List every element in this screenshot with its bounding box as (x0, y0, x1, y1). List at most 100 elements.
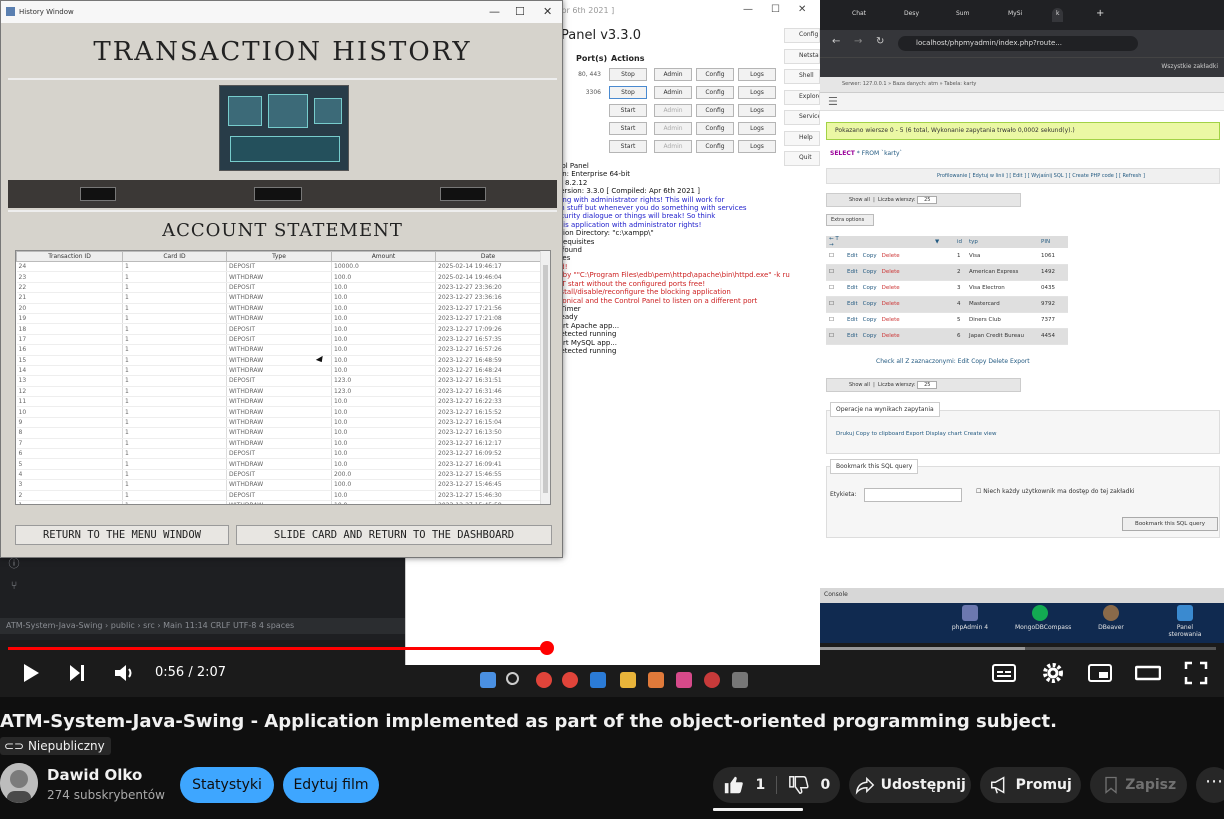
row-checkbox[interactable]: ☐ (826, 264, 844, 281)
row-delete-link[interactable]: Delete (882, 253, 900, 259)
row-delete-link[interactable]: Delete (882, 285, 900, 291)
table-row[interactable]: ☐ Edit Copy Delete 5 Diners Club 7377 (826, 312, 1068, 329)
xampp-logs-button[interactable]: Logs (738, 104, 776, 117)
save-button[interactable]: Zapisz (1090, 767, 1187, 803)
new-tab-icon[interactable]: + (1092, 6, 1108, 20)
column-header[interactable]: Type (226, 251, 332, 262)
table-row[interactable]: 23 1 WITHDRAW 100.0 2025-02-14 19:46:04 (16, 271, 541, 283)
xampp-side-button[interactable]: Explorer (784, 89, 820, 105)
table-row[interactable]: 14 1 WITHDRAW 10.0 2023-12-27 16:48:24 (16, 365, 541, 377)
query-options[interactable]: Profilowanie [ Edytuj w linii ] [ Edit ]… (826, 168, 1220, 184)
table-row[interactable]: 12 1 WITHDRAW 123.0 2023-12-27 16:31:46 (16, 386, 541, 398)
back-icon[interactable]: ← (832, 36, 840, 47)
table-row[interactable]: 15 1 WITHDRAW 10.0 2023-12-27 16:48:59 (16, 355, 541, 366)
like-button[interactable]: 1 (723, 767, 765, 803)
table-row[interactable]: 4 1 DEPOSIT 200.0 2023-12-27 15:46:55 (16, 469, 541, 481)
row-edit-link[interactable]: Edit (847, 317, 858, 323)
col-typ[interactable]: typ (966, 236, 1038, 248)
desktop-icon[interactable]: Panel sterowania (1160, 605, 1210, 638)
table-scrollbar[interactable] (540, 251, 550, 504)
url-field[interactable]: localhost/phpmyadmin/index.php?route... (898, 36, 1138, 51)
xampp-admin-button[interactable]: Admin (654, 122, 692, 135)
table-row[interactable]: 24 1 DEPOSIT 10000.0 2025-02-14 19:46:17 (16, 261, 541, 273)
return-menu-button[interactable]: RETURN TO THE MENU WINDOW (15, 525, 229, 545)
table-row[interactable]: 2 1 DEPOSIT 10.0 2023-12-27 15:46:30 (16, 490, 541, 502)
table-row[interactable]: 6 1 DEPOSIT 10.0 2023-12-27 16:09:52 (16, 448, 541, 460)
rows-select[interactable]: 25 (917, 381, 938, 389)
table-row[interactable]: 13 1 DEPOSIT 123.0 2023-12-27 16:31:51 (16, 375, 541, 387)
bulk-actions[interactable]: Check all Z zaznaczonymi: Edit Copy Dele… (826, 354, 1220, 370)
xampp-side-button[interactable]: Services (784, 110, 820, 125)
video-player[interactable]: ⓘ ⑂ ATM-System-Java-Swing › public › src … (0, 0, 1224, 697)
subtitles-icon[interactable] (991, 660, 1017, 686)
show-all-label[interactable]: Show all (849, 382, 870, 388)
row-copy-link[interactable]: Copy (863, 301, 877, 307)
desktop-icon[interactable]: MongoDBCompass (1015, 605, 1071, 631)
row-copy-link[interactable]: Copy (863, 285, 877, 291)
table-row[interactable]: 21 1 WITHDRAW 10.0 2023-12-27 23:36:16 (16, 292, 541, 304)
xampp-config-button[interactable]: Config (696, 122, 734, 135)
table-row[interactable]: 3 1 WITHDRAW 100.0 2023-12-27 15:46:45 (16, 479, 541, 491)
dislike-button[interactable]: 0 (788, 767, 830, 803)
fullscreen-icon[interactable] (1183, 660, 1209, 686)
xampp-action-button[interactable]: Stop (609, 68, 647, 81)
browser-tab[interactable]: Sum (952, 8, 973, 22)
row-checkbox[interactable]: ☐ (826, 248, 844, 265)
rows-select[interactable]: 25 (917, 196, 938, 204)
table-row[interactable]: 20 1 WITHDRAW 10.0 2023-12-27 17:21:56 (16, 303, 541, 314)
table-row[interactable]: 22 1 DEPOSIT 10.0 2023-12-27 23:36:20 (16, 282, 541, 294)
table-row[interactable]: 10 1 WITHDRAW 10.0 2023-12-27 16:15:52 (16, 406, 541, 418)
xampp-action-button[interactable]: Start (609, 122, 647, 135)
row-copy-link[interactable]: Copy (863, 317, 877, 323)
maximize-icon[interactable]: ☐ (515, 5, 525, 18)
minimize-icon[interactable]: — (743, 4, 753, 15)
query-ops-links[interactable]: Drukuj Copy to clipboard Export Display … (836, 431, 996, 437)
console-tab[interactable]: Console (820, 588, 1224, 603)
column-header[interactable]: Amount (331, 251, 436, 262)
avatar[interactable] (0, 763, 38, 803)
settings-gear-icon[interactable] (1040, 660, 1066, 686)
browser-tab-active[interactable]: k (1052, 8, 1064, 22)
table-row[interactable]: 9 1 WITHDRAW 10.0 2023-12-27 16:15:04 (16, 417, 541, 429)
xampp-action-button[interactable]: Stop (609, 86, 647, 99)
table-row[interactable]: ☐ Edit Copy Delete 2 American Express 1492 (826, 264, 1068, 281)
table-row[interactable]: 16 1 WITHDRAW 10.0 2023-12-27 16:57:26 (16, 344, 541, 356)
row-edit-link[interactable]: Edit (847, 253, 858, 259)
theater-mode-icon[interactable] (1135, 660, 1161, 686)
share-button[interactable]: Udostępnij (849, 767, 971, 803)
row-edit-link[interactable]: Edit (847, 333, 858, 339)
row-delete-link[interactable]: Delete (882, 269, 900, 275)
table-row[interactable]: ☐ Edit Copy Delete 3 Visa Electron 0435 (826, 280, 1068, 297)
slide-card-button[interactable]: SLIDE CARD AND RETURN TO THE DASHBOARD (236, 525, 552, 545)
progress-scrubber[interactable] (539, 641, 554, 655)
column-header[interactable]: Date (435, 251, 541, 262)
row-delete-link[interactable]: Delete (882, 317, 900, 323)
statistics-button[interactable]: Statystyki (180, 767, 274, 803)
reload-icon[interactable]: ↻ (876, 36, 884, 47)
xampp-logs-button[interactable]: Logs (738, 68, 776, 81)
channel-name[interactable]: Dawid Olko (47, 766, 142, 784)
miniplayer-icon[interactable] (1087, 660, 1113, 686)
row-checkbox[interactable]: ☐ (826, 312, 844, 329)
table-row[interactable]: 11WITHDRAW10.02023-12-27 15:45:58 (16, 500, 541, 504)
row-checkbox[interactable]: ☐ (826, 296, 844, 313)
table-row[interactable]: 18 1 DEPOSIT 10.0 2023-12-27 17:09:26 (16, 323, 541, 335)
close-icon[interactable]: ✕ (798, 4, 806, 15)
xampp-admin-button[interactable]: Admin (654, 68, 692, 81)
row-edit-link[interactable]: Edit (847, 269, 858, 275)
shared-checkbox[interactable]: ☐ Niech każdy użytkownik ma dostęp do te… (976, 488, 1135, 495)
edit-video-button[interactable]: Edytuj film (283, 767, 379, 803)
xampp-side-button[interactable]: Config (784, 28, 820, 43)
close-icon[interactable]: ✕ (543, 5, 552, 18)
xampp-logs-button[interactable]: Logs (738, 140, 776, 153)
xampp-config-button[interactable]: Config (696, 68, 734, 81)
row-checkbox[interactable]: ☐ (826, 328, 844, 345)
xampp-admin-button[interactable]: Admin (654, 140, 692, 153)
table-row[interactable]: 11 1 WITHDRAW 10.0 2023-12-27 16:22:33 (16, 396, 541, 408)
xampp-side-button[interactable]: Shell (784, 69, 820, 84)
xampp-logs-button[interactable]: Logs (738, 122, 776, 135)
row-copy-link[interactable]: Copy (863, 253, 877, 259)
browser-tab[interactable]: Chat (848, 8, 870, 22)
browser-tab[interactable]: Desy (900, 8, 923, 22)
xampp-side-button[interactable]: Netstat (784, 48, 820, 64)
